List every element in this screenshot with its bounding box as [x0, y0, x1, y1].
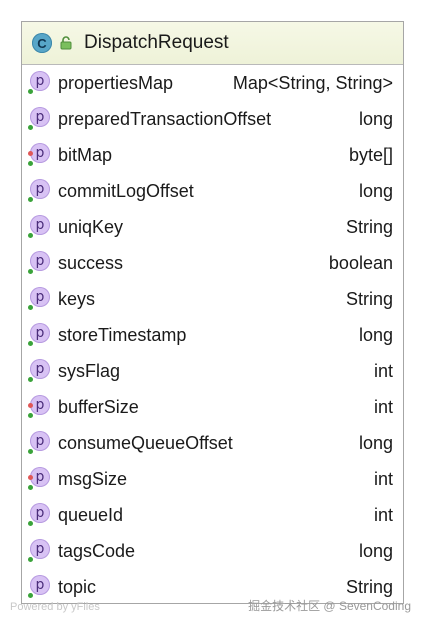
visibility-marker-icon [28, 557, 33, 562]
field-type: int [373, 469, 393, 489]
field-type: String [345, 289, 393, 309]
field-row[interactable]: p msgSize int [22, 461, 403, 497]
field-name: queueId [58, 505, 124, 525]
private-marker-icon [28, 403, 33, 408]
visibility-marker-icon [28, 341, 33, 346]
field-name: topic [58, 577, 97, 597]
visibility-marker-icon [28, 485, 33, 490]
class-title: DispatchRequest [84, 32, 229, 53]
field-row[interactable]: p bufferSize int [22, 389, 403, 425]
property-icon: p [30, 143, 50, 163]
field-type: int [373, 505, 393, 525]
visibility-marker-icon [28, 269, 33, 274]
field-name: commitLogOffset [58, 181, 194, 201]
visibility-marker-icon [28, 413, 33, 418]
property-icon: p [30, 71, 50, 91]
field-type: long [358, 433, 393, 453]
property-icon: p [30, 539, 50, 559]
field-type: long [358, 109, 393, 129]
private-marker-icon [28, 475, 33, 480]
field-name: preparedTransactionOffset [58, 109, 272, 129]
field-row[interactable]: p commitLogOffset long [22, 173, 403, 209]
field-row[interactable]: p consumeQueueOffset long [22, 425, 403, 461]
watermark-text: 掘金技术社区 @ SevenCoding [248, 599, 411, 613]
visibility-marker-icon [28, 125, 33, 130]
field-name: msgSize [58, 469, 128, 489]
property-icon: p [30, 359, 50, 379]
property-icon: p [30, 215, 50, 235]
field-name: keys [58, 289, 96, 309]
property-icon: p [30, 503, 50, 523]
field-row[interactable]: p keys String [22, 281, 403, 317]
property-icon: p [30, 323, 50, 343]
field-type: long [358, 325, 393, 345]
visibility-marker-icon [28, 521, 33, 526]
visibility-marker-icon [28, 449, 33, 454]
field-list: p propertiesMap Map<String, String> p prepar… [22, 65, 403, 605]
property-icon: p [30, 431, 50, 451]
property-icon: p [30, 251, 50, 271]
property-icon: p [30, 467, 50, 487]
field-type: byte[] [348, 145, 393, 165]
field-row[interactable]: p preparedTransactionOffset long [22, 101, 403, 137]
field-row[interactable]: p queueId int [22, 497, 403, 533]
property-icon: p [30, 395, 50, 415]
field-row[interactable]: p storeTimestamp long [22, 317, 403, 353]
field-name: tagsCode [58, 541, 136, 561]
field-name: storeTimestamp [58, 325, 187, 345]
field-name: bitMap [58, 145, 113, 165]
field-type: int [373, 397, 393, 417]
visibility-marker-icon [28, 197, 33, 202]
visibility-marker-icon [28, 305, 33, 310]
field-row[interactable]: p success boolean [22, 245, 403, 281]
field-type: int [373, 361, 393, 381]
class-header: C DispatchRequest [22, 22, 403, 65]
lock-icon [60, 36, 72, 50]
field-type: long [358, 541, 393, 561]
field-type: String [345, 217, 393, 237]
property-icon: p [30, 575, 50, 595]
field-type: long [358, 181, 393, 201]
class-icon: C [32, 33, 52, 53]
field-row[interactable]: p bitMap byte[] [22, 137, 403, 173]
field-name: sysFlag [58, 361, 121, 381]
field-name: bufferSize [58, 397, 139, 417]
property-icon: p [30, 287, 50, 307]
field-name: uniqKey [58, 217, 124, 237]
field-row[interactable]: p propertiesMap Map<String, String> [22, 65, 403, 101]
field-type: Map<String, String> [232, 73, 393, 93]
field-row[interactable]: p sysFlag int [22, 353, 403, 389]
field-name: propertiesMap [58, 73, 174, 93]
field-type: boolean [328, 253, 393, 273]
visibility-marker-icon [28, 593, 33, 598]
field-row[interactable]: p uniqKey String [22, 209, 403, 245]
visibility-marker-icon [28, 89, 33, 94]
private-marker-icon [28, 151, 33, 156]
uml-class-box: C DispatchRequest p propertiesMap Map<Stri… [21, 21, 404, 604]
field-name: success [58, 253, 124, 273]
powered-by-text: Powered by yFiles [10, 601, 100, 613]
visibility-marker-icon [28, 377, 33, 382]
visibility-marker-icon [28, 161, 33, 166]
field-row[interactable]: p tagsCode long [22, 533, 403, 569]
field-name: consumeQueueOffset [58, 433, 233, 453]
field-type: String [345, 577, 393, 597]
visibility-marker-icon [28, 233, 33, 238]
property-icon: p [30, 179, 50, 199]
property-icon: p [30, 107, 50, 127]
